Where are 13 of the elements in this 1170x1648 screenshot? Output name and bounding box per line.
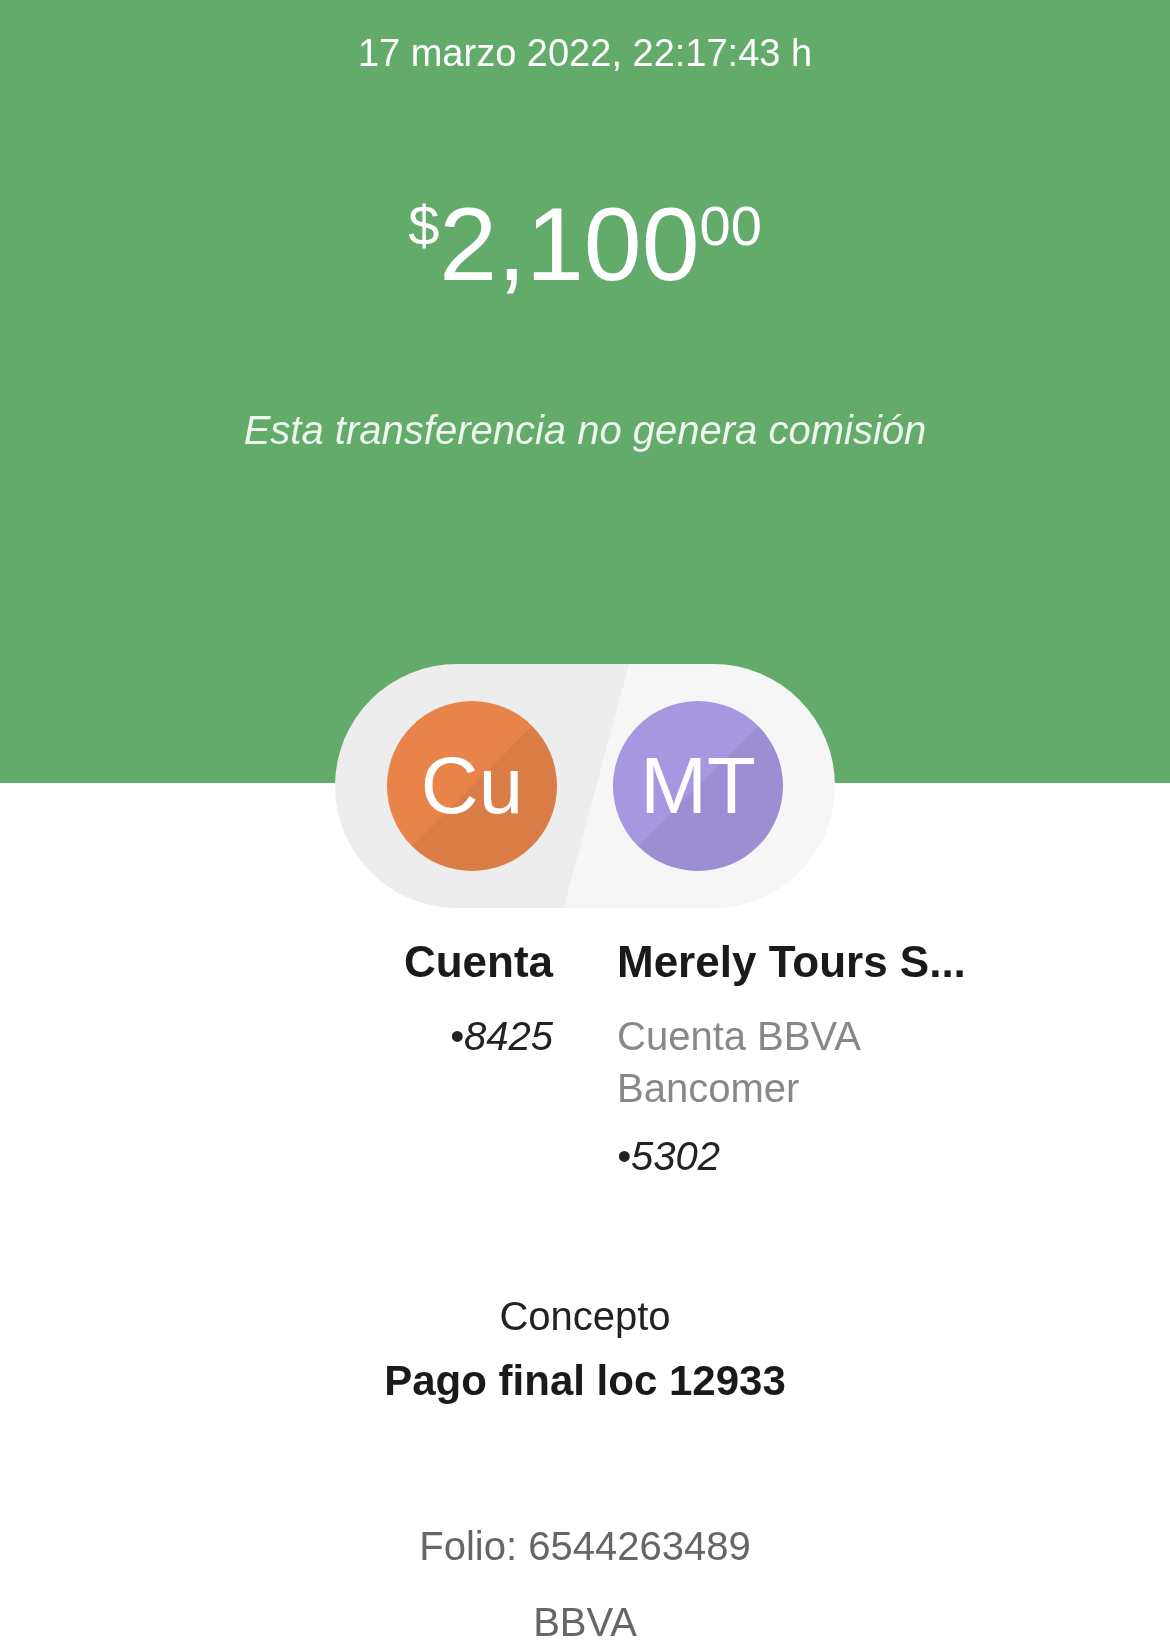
bank-name: BBVA [533, 1599, 637, 1646]
folio-number: Folio: 6544263489 [419, 1523, 751, 1570]
account-number: •5302 [617, 1133, 720, 1180]
party-name: Merely Tours S... [617, 936, 966, 988]
commission-note: Esta transferencia no genera comisión [243, 408, 927, 453]
concept-value: Pago final loc 12933 [384, 1356, 786, 1406]
avatar-initials: MT [613, 700, 783, 871]
account-number: •8425 [450, 1013, 553, 1060]
bank-account-type: Cuenta BBVA Bancomer [617, 1013, 861, 1112]
avatar-initials: Cu [387, 700, 557, 871]
concept-label: Concepto [499, 1293, 671, 1340]
transfer-date: 17 marzo 2022, 22:17:43 h [357, 31, 813, 76]
party-name: Cuenta [403, 936, 553, 988]
